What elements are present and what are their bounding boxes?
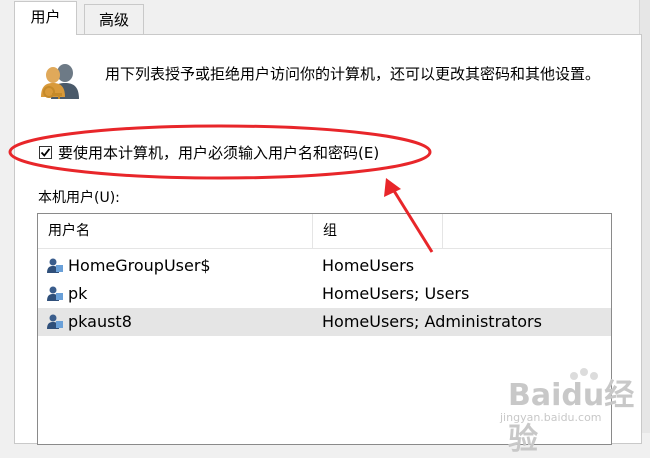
list-header: 用户名 组 — [38, 214, 611, 249]
column-header-empty — [443, 214, 611, 248]
window-edge-left — [0, 0, 14, 433]
table-row[interactable]: pkaust8 HomeUsers; Administrators — [38, 308, 611, 336]
local-users-label: 本机用户(U): — [38, 190, 120, 206]
require-login-option[interactable]: 要使用本计算机，用户必须输入用户名和密码(E) — [39, 142, 379, 163]
user-name: pkaust8 — [68, 312, 132, 331]
require-login-label: 要使用本计算机，用户必须输入用户名和密码(E) — [58, 144, 380, 162]
column-header-group[interactable]: 组 — [313, 214, 443, 248]
tab-users[interactable]: 用户 — [14, 1, 77, 35]
user-group: HomeUsers; Users — [322, 284, 470, 303]
user-icon — [47, 258, 63, 273]
watermark-url: jingyan.baidu.com — [500, 411, 602, 424]
user-name: HomeGroupUser$ — [68, 256, 211, 275]
user-icon — [47, 286, 63, 301]
description-text: 用下列表授予或拒绝用户访问你的计算机，还可以更改其密码和其他设置。 — [105, 65, 601, 83]
tab-advanced[interactable]: 高级 — [84, 4, 144, 34]
user-name: pk — [68, 284, 88, 303]
users-icon — [41, 64, 79, 99]
user-icon — [47, 314, 63, 329]
table-row[interactable]: pk HomeUsers; Users — [38, 280, 611, 308]
user-group: HomeUsers — [322, 256, 415, 275]
require-login-checkbox[interactable] — [39, 146, 52, 159]
column-header-username[interactable]: 用户名 — [38, 214, 313, 248]
user-group: HomeUsers; Administrators — [322, 312, 542, 331]
table-row[interactable]: HomeGroupUser$ HomeUsers — [38, 252, 611, 280]
checkmark-icon — [40, 148, 51, 157]
